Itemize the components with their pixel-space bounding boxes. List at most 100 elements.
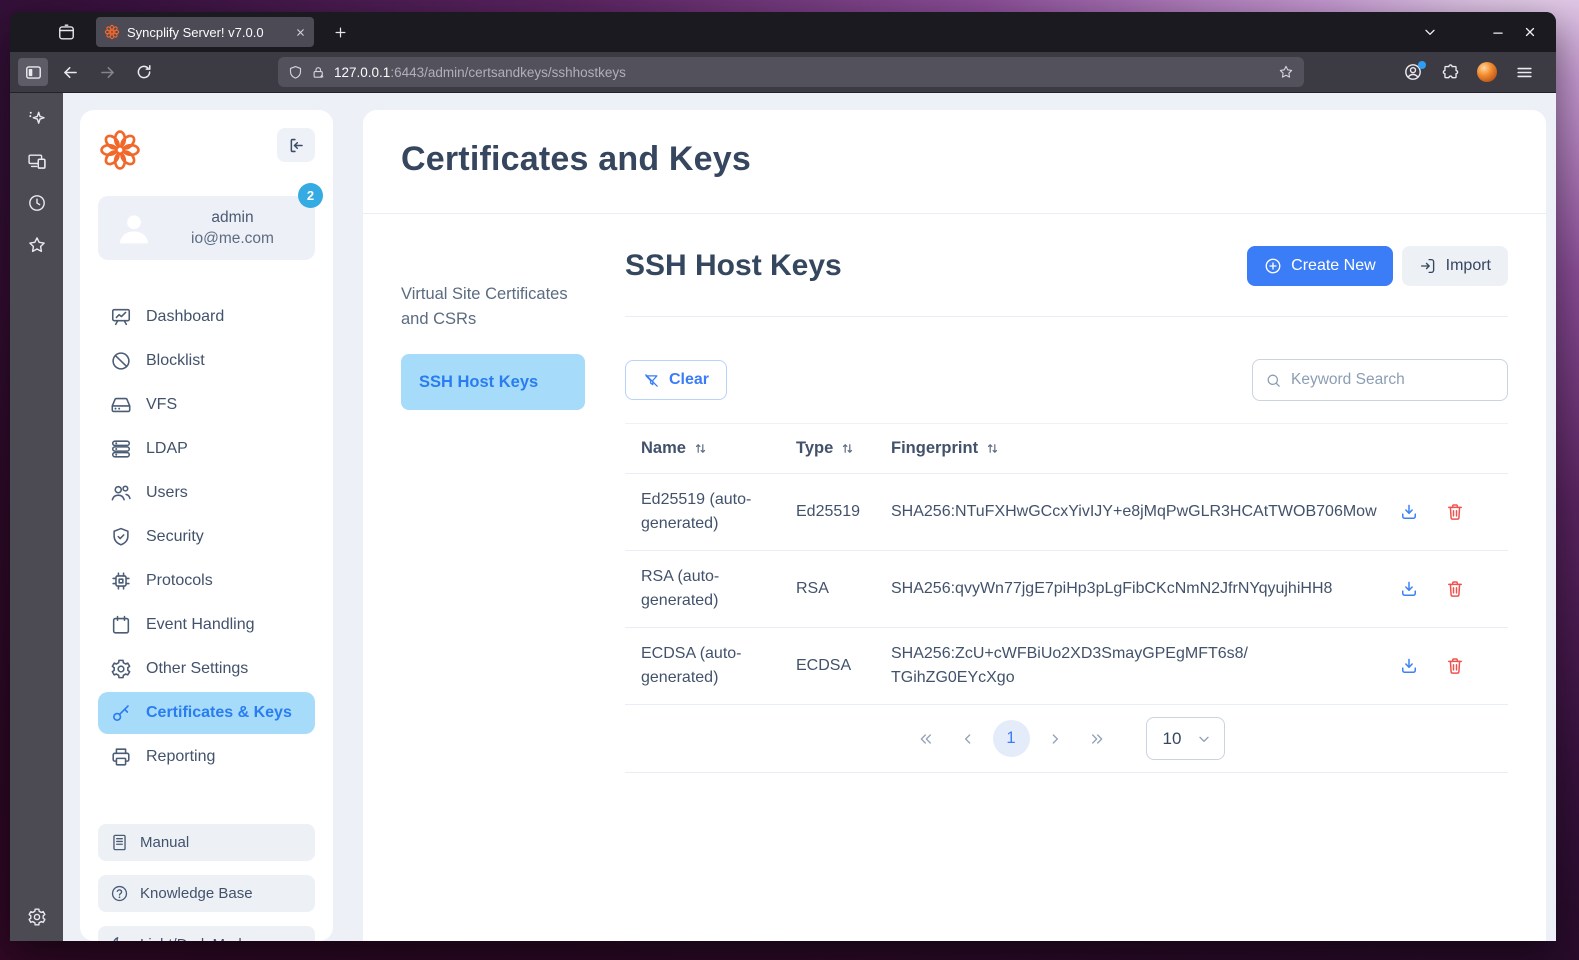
- window-minimize-button[interactable]: [1482, 17, 1514, 47]
- sidebar-item-certificates-keys[interactable]: Certificates & Keys: [98, 692, 315, 734]
- hard-drive-icon: [110, 394, 132, 416]
- favicon-syncplify-flower-icon: [104, 24, 120, 40]
- page-size-select[interactable]: 10: [1145, 717, 1225, 760]
- user-avatar: [114, 208, 154, 248]
- table-row: RSA (auto-generated) RSA SHA256:qvyWn77j…: [625, 550, 1508, 627]
- firefox-view-icon[interactable]: [50, 17, 82, 47]
- web-page: admin io@me.com 2 Dashboard Blocklist VF…: [63, 93, 1556, 941]
- pagination: 1 10: [625, 704, 1508, 773]
- import-icon: [1419, 257, 1437, 275]
- server-stack-icon: [110, 438, 132, 460]
- download-icon[interactable]: [1399, 502, 1419, 522]
- url-bar[interactable]: 127.0.0.1:6443/admin/certsandkeys/sshhos…: [278, 57, 1304, 87]
- sidebar-item-users[interactable]: Users: [98, 472, 315, 514]
- back-button[interactable]: [55, 58, 85, 86]
- user-name: admin: [211, 208, 254, 226]
- knowledge-base-button[interactable]: Knowledge Base: [98, 875, 315, 912]
- key-fingerprint: SHA256:ZcU+cWFBiUo2XD3SmayGPEgMFT6s8/ TG…: [891, 645, 1248, 686]
- key-type: RSA: [796, 580, 829, 597]
- url-host: 127.0.0.1: [334, 64, 391, 80]
- page-title: Certificates and Keys: [401, 140, 752, 178]
- shield-icon[interactable]: [288, 65, 303, 80]
- subnav-ssh-host-keys[interactable]: SSH Host Keys: [401, 353, 585, 411]
- sidebar-item-vfs[interactable]: VFS: [98, 384, 315, 426]
- sidebar-item-dashboard[interactable]: Dashboard: [98, 296, 315, 338]
- dashboard-icon: [110, 306, 132, 328]
- app-sidebar: admin io@me.com 2 Dashboard Blocklist VF…: [80, 110, 333, 941]
- bookmarks-star-icon[interactable]: [22, 231, 52, 259]
- keyword-search-input[interactable]: [1291, 371, 1495, 389]
- filter-slash-icon: [643, 372, 660, 389]
- sidebar-item-ldap[interactable]: LDAP: [98, 428, 315, 470]
- sort-icon: [693, 441, 708, 456]
- clear-filter-button[interactable]: Clear: [625, 360, 728, 400]
- sort-icon: [840, 441, 855, 456]
- browser-tab[interactable]: Syncplify Server! v7.0.0: [96, 17, 314, 47]
- sidebar-item-reporting[interactable]: Reporting: [98, 736, 315, 778]
- extensions-puzzle-icon[interactable]: [1435, 58, 1465, 86]
- certs-subnav: Virtual Site Certificates and CSRs SSH H…: [363, 214, 609, 941]
- sort-icon: [985, 441, 1000, 456]
- url-text: 127.0.0.1:6443/admin/certsandkeys/sshhos…: [334, 65, 1270, 80]
- history-clock-icon[interactable]: [22, 189, 52, 217]
- sidebar-item-other-settings[interactable]: Other Settings: [98, 648, 315, 690]
- last-page-icon[interactable]: [1080, 722, 1114, 756]
- sidebar-collapse-icon[interactable]: [277, 128, 315, 162]
- sidebar-item-protocols[interactable]: Protocols: [98, 560, 315, 602]
- extension-logo-icon[interactable]: [1472, 58, 1502, 86]
- next-page-icon[interactable]: [1038, 722, 1072, 756]
- current-page[interactable]: 1: [992, 720, 1030, 757]
- first-page-icon[interactable]: [909, 722, 943, 756]
- sidebar-item-event-handling[interactable]: Event Handling: [98, 604, 315, 646]
- sidebar-item-security[interactable]: Security: [98, 516, 315, 558]
- download-icon[interactable]: [1399, 656, 1419, 676]
- trash-icon[interactable]: [1445, 579, 1465, 599]
- account-notification-dot: [1418, 61, 1426, 69]
- user-card[interactable]: admin io@me.com: [98, 196, 315, 260]
- menu-hamburger-icon[interactable]: [1509, 58, 1539, 86]
- tab-title: Syncplify Server! v7.0.0: [127, 24, 264, 40]
- help-circle-icon: [110, 884, 129, 903]
- trash-icon[interactable]: [1445, 502, 1465, 522]
- reload-button[interactable]: [129, 58, 159, 86]
- desktop-background: Syncplify Server! v7.0.0 127.0.0.1:6443/…: [0, 0, 1579, 960]
- subnav-virtual-site-certificates[interactable]: Virtual Site Certificates and CSRs: [401, 282, 609, 332]
- trash-icon[interactable]: [1445, 656, 1465, 676]
- download-icon[interactable]: [1399, 579, 1419, 599]
- sidebar-settings-gear-icon[interactable]: [22, 903, 52, 931]
- synced-tabs-devices-icon[interactable]: [22, 147, 52, 175]
- table-row: Ed25519 (auto-generated) Ed25519 SHA256:…: [625, 473, 1508, 550]
- column-header-fingerprint[interactable]: Fingerprint: [891, 439, 1372, 458]
- create-new-button[interactable]: Create New: [1247, 246, 1393, 286]
- url-path: :6443/admin/certsandkeys/sshhostkeys: [390, 64, 626, 80]
- bookmark-star-icon[interactable]: [1278, 64, 1294, 80]
- section-title: SSH Host Keys: [625, 249, 842, 282]
- ai-chatbot-sparkle-icon[interactable]: [22, 105, 52, 133]
- sidebar-item-blocklist[interactable]: Blocklist: [98, 340, 315, 382]
- prev-page-icon[interactable]: [951, 722, 985, 756]
- manual-button[interactable]: Manual: [98, 824, 315, 861]
- column-header-name[interactable]: Name: [641, 439, 796, 458]
- browser-window: Syncplify Server! v7.0.0 127.0.0.1:6443/…: [10, 12, 1556, 941]
- window-close-button[interactable]: [1514, 17, 1546, 47]
- firefox-sidebar: [10, 93, 63, 941]
- forward-button[interactable]: [92, 58, 122, 86]
- lock-warning-icon[interactable]: [311, 65, 326, 80]
- tab-close-icon[interactable]: [295, 27, 306, 38]
- key-type: Ed25519: [796, 503, 861, 520]
- book-icon: [110, 833, 129, 852]
- new-tab-button[interactable]: [324, 17, 356, 47]
- chevron-down-icon: [1196, 731, 1212, 747]
- light-dark-mode-button[interactable]: Light/Dark Mode: [98, 926, 315, 941]
- import-button[interactable]: Import: [1401, 246, 1508, 286]
- account-icon[interactable]: [1398, 58, 1428, 86]
- table-row: ECDSA (auto-generated) ECDSA SHA256:ZcU+…: [625, 627, 1508, 704]
- keyword-search-box: [1252, 359, 1508, 401]
- calendar-icon: [110, 614, 132, 636]
- users-icon: [110, 482, 132, 504]
- sidebar-toggle-icon[interactable]: [18, 58, 48, 86]
- key-name: Ed25519 (auto-generated): [641, 491, 752, 532]
- key-type: ECDSA: [796, 657, 852, 674]
- tab-list-chevron-icon[interactable]: [1414, 17, 1446, 47]
- column-header-type[interactable]: Type: [796, 439, 891, 458]
